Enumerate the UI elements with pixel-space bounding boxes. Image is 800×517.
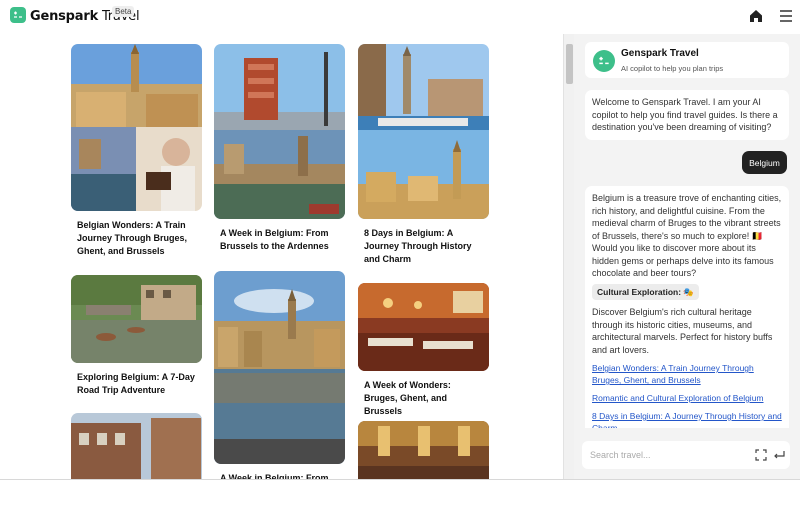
brand-bold: Genspark bbox=[30, 9, 99, 24]
guide-card-image bbox=[358, 44, 489, 219]
expand-icon[interactable] bbox=[754, 448, 768, 462]
welcome-message: Welcome to Genspark Travel. I am your AI… bbox=[585, 90, 789, 140]
bottom-divider bbox=[0, 479, 800, 480]
chat-header: Genspark Travel AI copilot to help you p… bbox=[585, 42, 789, 78]
guide-card[interactable] bbox=[71, 413, 202, 479]
guide-card[interactable]: A Week in Belgium: From bbox=[214, 271, 345, 479]
guide-card-image bbox=[214, 271, 345, 464]
travel-guides-feed: Belgian Wonders: A Train Journey Through… bbox=[0, 34, 563, 479]
guide-card[interactable]: 8 Days in Belgium: A Journey Through His… bbox=[358, 44, 489, 266]
section-text: Discover Belgium's rich cultural heritag… bbox=[592, 307, 773, 355]
feed-scrollbar[interactable] bbox=[563, 34, 574, 479]
guide-card-title: A Week of Wonders: Bruges, Ghent, and Br… bbox=[364, 380, 451, 416]
user-message: Belgium bbox=[742, 151, 787, 174]
copilot-avatar-icon bbox=[593, 50, 615, 72]
guide-card-title: Exploring Belgium: A 7-Day Road Trip Adv… bbox=[77, 372, 195, 395]
search-box bbox=[582, 441, 790, 469]
reply-text: Belgium is a treasure trove of enchantin… bbox=[592, 193, 782, 278]
guide-link[interactable]: Romantic and Cultural Exploration of Bel… bbox=[592, 392, 782, 404]
guide-link[interactable]: 8 Days in Belgium: A Journey Through His… bbox=[592, 410, 782, 428]
chat-title: Genspark Travel bbox=[621, 48, 699, 59]
beta-badge: Beta bbox=[112, 6, 135, 17]
guide-link[interactable]: Belgian Wonders: A Train Journey Through… bbox=[592, 362, 782, 386]
home-icon[interactable] bbox=[748, 8, 764, 24]
feed-scrollbar-thumb[interactable] bbox=[566, 44, 573, 84]
genspark-logo-icon[interactable] bbox=[10, 7, 26, 23]
chat-subtitle: AI copilot to help you plan trips bbox=[621, 64, 724, 73]
guide-card-image bbox=[358, 283, 489, 371]
guide-card-image bbox=[358, 421, 489, 479]
search-input[interactable] bbox=[590, 448, 740, 462]
welcome-text: Welcome to Genspark Travel. I am your AI… bbox=[592, 97, 778, 132]
guide-card-title: Belgian Wonders: A Train Journey Through… bbox=[77, 220, 188, 256]
enter-icon[interactable] bbox=[772, 448, 786, 462]
section-pill: Cultural Exploration: 🎭 bbox=[592, 283, 700, 300]
chat-panel: Genspark Travel AI copilot to help you p… bbox=[574, 34, 800, 479]
guide-card[interactable]: Belgian Wonders: A Train Journey Through… bbox=[71, 44, 202, 258]
guide-card[interactable]: A Week in Belgium: From Brussels to the … bbox=[214, 44, 345, 253]
guide-card-image bbox=[71, 275, 202, 363]
menu-icon[interactable] bbox=[778, 9, 794, 23]
guide-card[interactable]: Exploring Belgium: A 7-Day Road Trip Adv… bbox=[71, 275, 202, 397]
guide-card-image bbox=[71, 413, 202, 479]
guide-card[interactable]: A Week of Wonders: Bruges, Ghent, and Br… bbox=[358, 283, 489, 418]
assistant-reply: Belgium is a treasure trove of enchantin… bbox=[585, 186, 789, 428]
guide-card[interactable] bbox=[358, 421, 489, 479]
guide-card-title: A Week in Belgium: From Brussels to the … bbox=[220, 228, 329, 251]
guide-card-title: 8 Days in Belgium: A Journey Through His… bbox=[364, 228, 472, 264]
top-bar: Genspark Travel Beta bbox=[0, 0, 800, 34]
guide-card-image bbox=[71, 44, 202, 211]
guide-card-image bbox=[214, 44, 345, 219]
guide-card-title: A Week in Belgium: From bbox=[220, 473, 329, 479]
